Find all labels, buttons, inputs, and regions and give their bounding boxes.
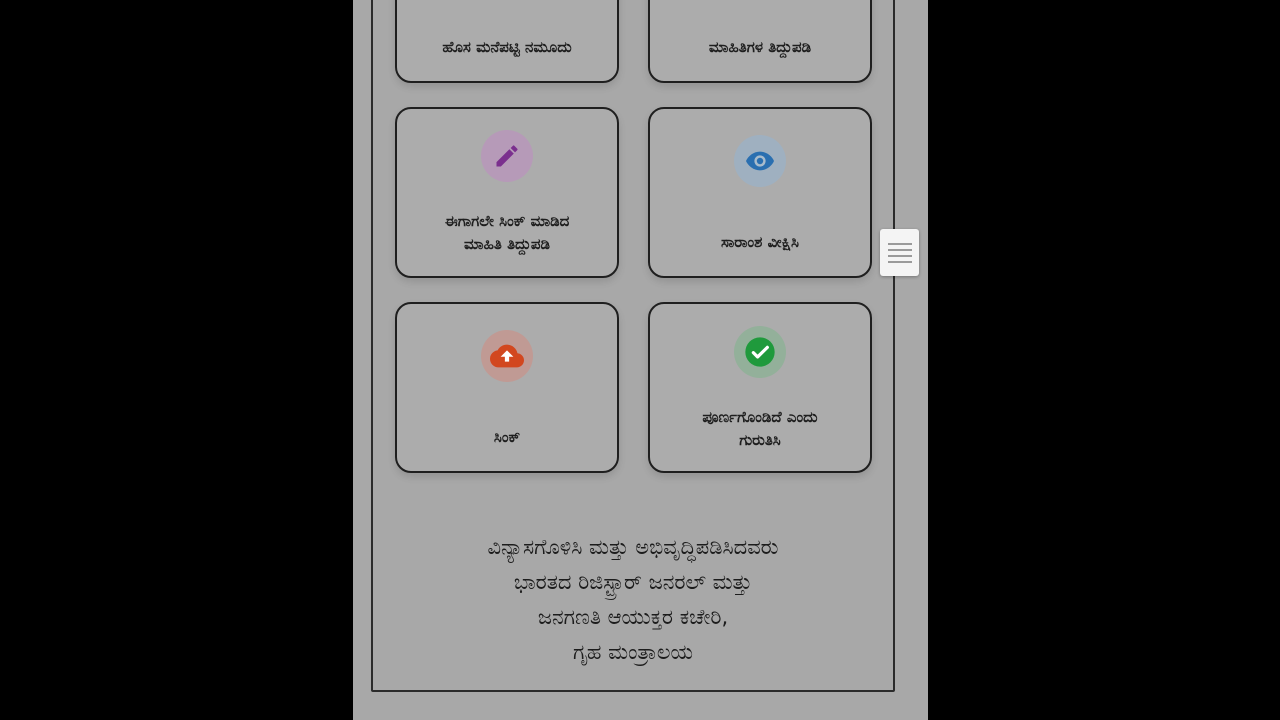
credits-line: ವಿನ್ಯಾಸಗೊಳಿಸಿ ಮತ್ತು ಅಭಿವೃದ್ಧಿಪಡಿಸಿದವರು <box>487 535 779 559</box>
app-screen: ಹೊಸ ಮನೆಪಟ್ಟಿ ನಮೂದು ಮಾಹಿತಿಗಳ ತಿದ್ದುಪಡಿ ಈಗ… <box>353 0 928 720</box>
mark-complete-card[interactable]: ಪೂರ್ಣಗೊಂಡಿದೆ ಎಂದು ಗುರುತಿಸಿ <box>648 302 872 473</box>
edit-information-card[interactable]: ಮಾಹಿತಿಗಳ ತಿದ್ದುಪಡಿ <box>648 0 872 83</box>
card-label: ಈಗಾಗಲೇ ಸಿಂಕ್ ಮಾಡಿದ ಮಾಹಿತಿ ತಿದ್ದುಪಡಿ <box>444 212 570 253</box>
menu-lines-icon[interactable] <box>880 229 919 276</box>
credits-line: ಜನಗಣತಿ ಆಯುಕ್ತರ ಕಚೇರಿ, <box>537 605 729 629</box>
credits-footer: ವಿನ್ಯಾಸಗೊಳಿಸಿ ಮತ್ತು ಅಭಿವೃದ್ಧಿಪಡಿಸಿದವರು ಭ… <box>373 530 893 670</box>
edit-synced-information-card[interactable]: ಈಗಾಗಲೇ ಸಿಂಕ್ ಮಾಡಿದ ಮಾಹಿತಿ ತಿದ್ದುಪಡಿ <box>395 107 619 278</box>
credits-line: ಭಾರತದ ರಿಜಿಸ್ಟ್ರಾರ್ ಜನರಲ್ ಮತ್ತು <box>513 570 753 594</box>
view-summary-card[interactable]: ಸಾರಾಂಶ ವೀಕ್ಷಿಸಿ <box>648 107 872 278</box>
check-circle-icon <box>734 326 786 378</box>
new-household-entry-card[interactable]: ಹೊಸ ಮನೆಪಟ್ಟಿ ನಮೂದು <box>395 0 619 83</box>
card-label: ಪೂರ್ಣಗೊಂಡಿದೆ ಎಂದು ಗುರುತಿಸಿ <box>702 408 818 449</box>
cloud-upload-icon <box>481 330 533 382</box>
card-label: ಹೊಸ ಮನೆಪಟ್ಟಿ ನಮೂದು <box>442 38 572 56</box>
card-label: ಮಾಹಿತಿಗಳ ತಿದ್ದುಪಡಿ <box>708 38 812 56</box>
eye-icon <box>734 135 786 187</box>
card-label: ಸಿಂಕ್ <box>493 428 521 446</box>
sync-card[interactable]: ಸಿಂಕ್ <box>395 302 619 473</box>
card-label: ಸಾರಾಂಶ ವೀಕ್ಷಿಸಿ <box>721 233 799 251</box>
pencil-icon <box>481 130 533 182</box>
credits-line: ಗೃಹ ಮಂತ್ರಾಲಯ <box>573 640 693 664</box>
